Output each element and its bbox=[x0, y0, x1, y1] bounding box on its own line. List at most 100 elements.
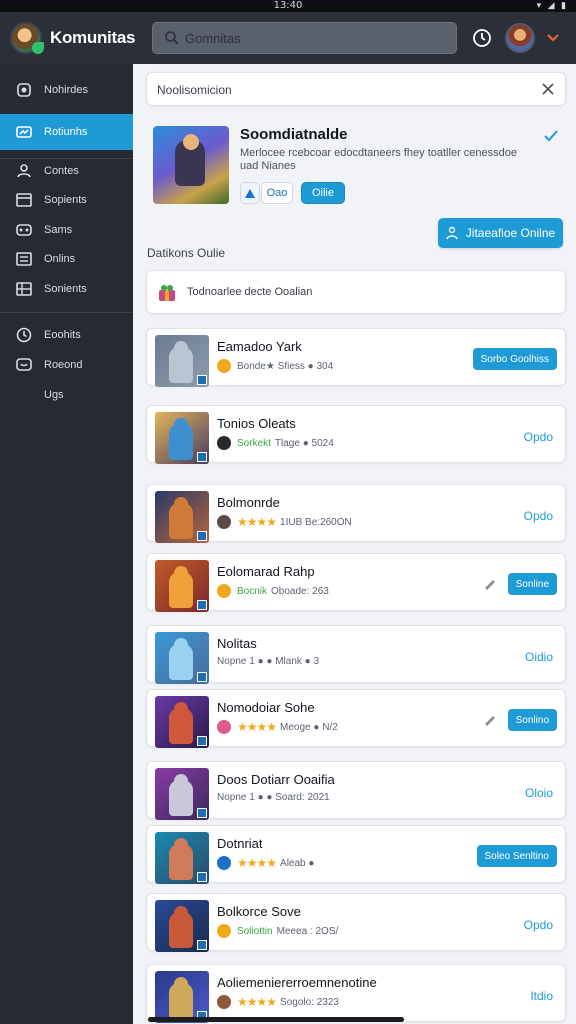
row-action-link[interactable]: Oidio bbox=[525, 650, 553, 664]
chevron-down-icon[interactable] bbox=[546, 33, 560, 43]
game-meta: Nopne 1 ● ● Mlank ● 3 bbox=[217, 656, 319, 667]
row-action-link[interactable]: Oloio bbox=[525, 786, 553, 800]
game-tag: Soliottin bbox=[237, 925, 273, 937]
rating-stars: ★★★★ bbox=[237, 995, 277, 1009]
row-action-link[interactable]: Opdo bbox=[524, 509, 553, 523]
list-icon bbox=[16, 193, 32, 207]
sub-banner[interactable]: Todnoarlee decte Ooalian bbox=[146, 270, 566, 314]
check-icon[interactable] bbox=[543, 128, 559, 144]
home-indicator[interactable] bbox=[148, 1017, 404, 1022]
rating-stars: ★★★★ bbox=[237, 515, 277, 529]
sidebar-item-label: Sopients bbox=[44, 194, 87, 206]
game-meta: Nopne 1 ● ● Soard: 2021 bbox=[217, 792, 330, 803]
coin-icon bbox=[217, 720, 231, 734]
game-name: Eolomarad Rahp bbox=[217, 564, 315, 579]
game-meta-text: Meeea : 2OS/ bbox=[276, 925, 339, 937]
row-action-button[interactable]: Sonline bbox=[507, 573, 557, 595]
row-action-link[interactable]: Opdo bbox=[524, 430, 553, 444]
rating-stars: ★★★★ bbox=[237, 856, 277, 870]
row-action-button[interactable]: Sorbo Goolhiss bbox=[472, 348, 557, 370]
community-icon bbox=[16, 126, 32, 138]
clock-icon[interactable] bbox=[472, 28, 492, 48]
game-thumbnail[interactable] bbox=[155, 335, 209, 387]
clock-icon bbox=[16, 327, 32, 343]
sidebar-item-label: Roeond bbox=[44, 359, 83, 371]
game-meta: Sorkekt Tlage ● 5024 bbox=[217, 436, 334, 450]
game-meta-text: Meoge ● N/2 bbox=[280, 721, 338, 733]
game-thumbnail[interactable] bbox=[155, 900, 209, 952]
sidebar-item-sonients[interactable]: Sonients bbox=[0, 271, 133, 307]
rating-stars: ★★★★ bbox=[237, 720, 277, 734]
game-meta-text: Oboade: 263 bbox=[271, 585, 329, 597]
status-icons: ▾ ◢ ▮ bbox=[536, 0, 568, 10]
game-thumbnail[interactable] bbox=[155, 768, 209, 820]
gift-icon bbox=[159, 285, 175, 301]
row-action-button[interactable]: Sonlino bbox=[507, 709, 557, 731]
notification-text: Noolisomicion bbox=[157, 83, 232, 97]
game-row[interactable]: Nolitas Nopne 1 ● ● Mlank ● 3 Oidio bbox=[146, 625, 566, 684]
avatar[interactable] bbox=[505, 23, 535, 53]
share-button[interactable] bbox=[240, 182, 260, 204]
coin-icon bbox=[217, 995, 231, 1009]
menu-icon bbox=[16, 252, 32, 266]
game-name: Aoliemeniererroemnenotine bbox=[217, 975, 377, 990]
game-thumbnail[interactable] bbox=[155, 696, 209, 748]
share-icon bbox=[245, 189, 255, 198]
sidebar-item-label: Onlins bbox=[44, 253, 76, 265]
game-meta-text: Tlage ● 5024 bbox=[274, 437, 334, 449]
game-row[interactable]: Bolmonrde ★★★★ 1IUB Be:260ON Opdo bbox=[146, 484, 566, 543]
featured-game-image[interactable] bbox=[153, 126, 229, 204]
sidebar-item-label: Nohirdes bbox=[44, 84, 89, 96]
main-content: Noolisomicion Soomdiatnalde Merlocee rce… bbox=[133, 64, 576, 1024]
game-thumbnail[interactable] bbox=[155, 971, 209, 1023]
featured-title: Soomdiatnalde bbox=[240, 126, 348, 143]
sidebar-item-label: Rotiunhs bbox=[44, 126, 88, 138]
game-row[interactable]: Doos Dotiarr Ooaifia Nopne 1 ● ● Soard: 2… bbox=[146, 761, 566, 820]
sub-banner-text: Todnoarlee decte Ooalian bbox=[187, 286, 313, 298]
sidebar: Nohirdes Rotiunhs Contes Sopients Sams O… bbox=[0, 64, 133, 1024]
game-meta-text: 1IUB Be:260ON bbox=[280, 516, 352, 528]
game-row[interactable]: Eamadoo Yark Bonde★ Sfiess ● 304 Sorbo Goo… bbox=[146, 328, 566, 387]
status-time: 13:40 bbox=[273, 0, 303, 11]
game-row[interactable]: Tonios Oleats Sorkekt Tlage ● 5024 Opdo bbox=[146, 405, 566, 464]
home-icon bbox=[17, 83, 31, 97]
game-thumbnail[interactable] bbox=[155, 560, 209, 612]
game-meta: ★★★★ 1IUB Be:260ON bbox=[217, 515, 352, 529]
row-action-button[interactable]: Soleo Senltino bbox=[476, 845, 557, 867]
coin-icon bbox=[217, 515, 231, 529]
badge-icon bbox=[197, 672, 207, 682]
edit-icon[interactable] bbox=[483, 576, 497, 590]
game-meta: Soliottin Meeea : 2OS/ bbox=[217, 924, 338, 938]
row-action-link[interactable]: Opdo bbox=[524, 918, 553, 932]
sidebar-item-label: Contes bbox=[44, 165, 79, 177]
game-row[interactable]: Dotnriat ★★★★ Aleab ● Soleo Senltino bbox=[146, 825, 566, 884]
game-row[interactable]: Aoliemeniererroemnenotine ★★★★ Sogolo: 232… bbox=[146, 964, 566, 1023]
game-row[interactable]: Bolkorce Sove Soliottin Meeea : 2OS/Opdo bbox=[146, 893, 566, 952]
badge-icon bbox=[197, 940, 207, 950]
game-thumbnail[interactable] bbox=[155, 412, 209, 464]
game-thumbnail[interactable] bbox=[155, 632, 209, 684]
badge-icon bbox=[197, 452, 207, 462]
games-icon bbox=[16, 224, 32, 236]
search-input[interactable]: Gomnitas bbox=[152, 22, 457, 54]
game-thumbnail[interactable] bbox=[155, 491, 209, 543]
sidebar-item-rotiunhs[interactable]: Rotiunhs bbox=[0, 114, 133, 150]
close-icon[interactable] bbox=[541, 82, 555, 96]
status-bar: 13:40 ▾ ◢ ▮ bbox=[0, 0, 576, 12]
sidebar-item-label: Sams bbox=[44, 224, 73, 236]
game-tag: Bocnik bbox=[237, 585, 268, 597]
join-online-button[interactable]: Jitaeafioe Onilne bbox=[438, 218, 563, 248]
game-row[interactable]: Eolomarad Rahp Bocnik Oboade: 263 Sonline bbox=[146, 553, 566, 612]
row-action-link[interactable]: Itdio bbox=[530, 989, 553, 1003]
sidebar-item-nohirdes[interactable]: Nohirdes bbox=[0, 72, 133, 108]
edit-icon[interactable] bbox=[483, 712, 497, 726]
game-thumbnail[interactable] bbox=[155, 832, 209, 884]
feature-action-button[interactable]: Oilie bbox=[301, 182, 345, 204]
sidebar-item-ugs[interactable]: Ugs bbox=[0, 377, 133, 413]
coin-icon bbox=[217, 924, 231, 938]
feature-chip[interactable]: Oao bbox=[261, 182, 293, 204]
game-name: Nomodoiar Sohe bbox=[217, 700, 315, 715]
notification-bar[interactable]: Noolisomicion bbox=[146, 72, 566, 106]
app-logo-icon[interactable] bbox=[10, 22, 44, 54]
game-row[interactable]: Nomodoiar Sohe ★★★★ Meoge ● N/2 Sonlino bbox=[146, 689, 566, 748]
